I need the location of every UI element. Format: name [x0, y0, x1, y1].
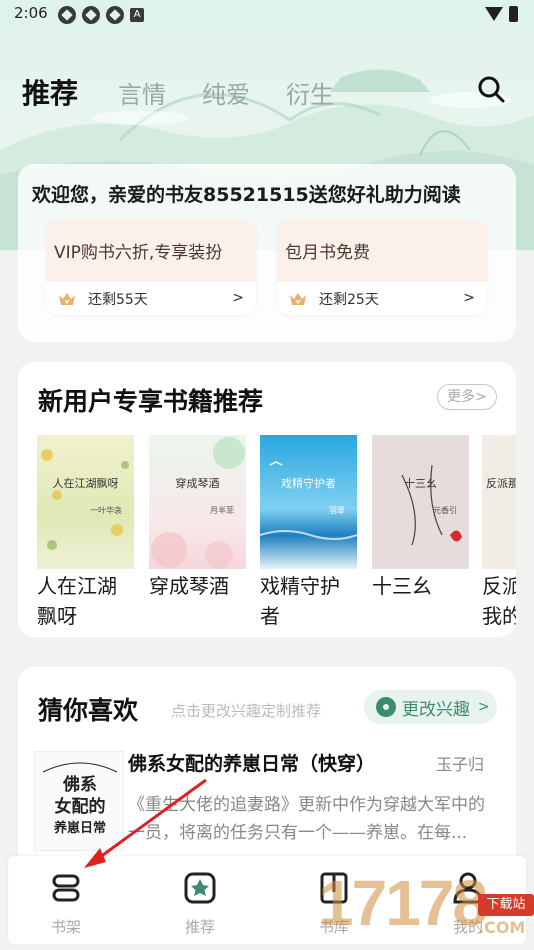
perk-title: VIP购书六折,专享装扮	[46, 220, 256, 282]
book-title: 十三幺	[372, 574, 432, 598]
welcome-gift-card: 欢迎您，亲爱的书友85521515送您好礼助力阅读 VIP购书六折,专享装扮 还…	[18, 164, 516, 342]
calligraphy-cover-art: 佛系 女配的 养崽日常	[42, 762, 118, 836]
app-notification-icon	[82, 6, 100, 24]
tag-icon	[376, 697, 396, 717]
book-card[interactable]: 反派那 反派我的	[482, 435, 516, 631]
system-icons	[485, 6, 518, 22]
bookshelf-icon	[52, 874, 80, 902]
new-user-books-section: 新用户专享书籍推荐 更多> 人在江湖飘呀 一叶华衾 人在江湖飘呀 穿成琴酒 月半…	[18, 362, 516, 637]
watercolor-decoration	[151, 437, 245, 569]
a-badge-icon: A	[130, 8, 144, 22]
tab-derivative[interactable]: 衍生	[286, 75, 334, 110]
interest-hint: 点击更改兴趣定制推荐	[171, 702, 322, 720]
nav-recommend[interactable]: 推荐	[160, 870, 240, 937]
cover-author: 月半菲	[210, 506, 234, 515]
status-time: 2:06	[14, 4, 48, 22]
book-cover: 十三幺 元香引	[372, 435, 469, 569]
tab-romance[interactable]: 言情	[118, 75, 166, 110]
crown-icon	[290, 292, 306, 305]
book-cover: 人在江湖飘呀 一叶华衾	[37, 435, 134, 569]
perk-title: 包月书免费	[277, 220, 487, 282]
change-interest-button[interactable]: 更改兴趣 >	[364, 690, 497, 724]
battery-icon	[509, 6, 518, 22]
svg-text:佛系: 佛系	[62, 774, 97, 795]
recommend-star-icon	[184, 872, 216, 904]
cover-author: 羽翠	[329, 506, 345, 515]
perk-card-monthly-free[interactable]: 包月书免费 还剩25天 >	[277, 220, 487, 315]
crown-icon	[59, 292, 75, 305]
tab-pure-love[interactable]: 纯爱	[202, 75, 250, 110]
search-icon[interactable]	[476, 74, 506, 104]
welcome-message: 欢迎您，亲爱的书友85521515送您好礼助力阅读	[32, 184, 461, 206]
chevron-right-icon: >	[478, 699, 490, 715]
guess-you-like-section: 猜你喜欢 点击更改兴趣定制推荐 更改兴趣 > 佛系 女配的 养崽日常 佛系女配的…	[18, 667, 516, 857]
book-title: 人在江湖飘呀	[37, 574, 117, 628]
cover-title: 反派那	[486, 477, 516, 490]
cover-author: 元香引	[433, 506, 457, 515]
perk-card-vip-discount[interactable]: VIP购书六折,专享装扮 还剩55天 >	[46, 220, 256, 315]
recommended-book-title[interactable]: 佛系女配的养崽日常（快穿）	[128, 749, 375, 776]
change-interest-label: 更改兴趣	[402, 699, 470, 720]
category-tabs: 推荐 言情 纯爱 衍生	[22, 72, 370, 112]
book-title: 反派我的	[482, 574, 516, 628]
status-bar: 2:06 A	[0, 0, 534, 28]
section-title: 猜你喜欢	[38, 696, 139, 725]
book-title: 戏精守护者	[260, 574, 340, 628]
book-cover: 穿成琴酒 月半菲	[149, 435, 246, 569]
wifi-icon	[485, 7, 503, 21]
app-notification-icon	[106, 6, 124, 24]
perk-remaining-days: 还剩25天	[319, 291, 379, 308]
hands-sketch-decoration	[401, 464, 462, 546]
tab-recommend[interactable]: 推荐	[22, 72, 78, 112]
recommended-book-cover[interactable]: 佛系 女配的 养崽日常	[34, 751, 124, 851]
watermark-suffix: .COM	[478, 918, 526, 937]
book-card[interactable]: 十三幺 元香引 十三幺	[372, 435, 469, 601]
book-card[interactable]: 戏精守护者 羽翠 戏精守护者	[260, 435, 357, 631]
perk-remaining-row: 还剩55天	[46, 282, 256, 315]
section-title: 新用户专享书籍推荐	[38, 387, 264, 416]
recommended-book-author: 玉子归	[436, 755, 485, 774]
nav-bookshelf[interactable]: 书架	[26, 870, 106, 937]
book-cover: 反派那	[482, 435, 516, 569]
book-card[interactable]: 人在江湖飘呀 一叶华衾 人在江湖飘呀	[37, 435, 134, 631]
nav-label: 推荐	[184, 918, 215, 936]
chevron-right-icon: >	[463, 290, 475, 306]
perk-remaining-row: 还剩25天	[277, 282, 487, 315]
more-button[interactable]: 更多>	[437, 384, 497, 410]
notification-icons: A	[58, 6, 144, 24]
nav-label: 书架	[50, 918, 81, 936]
perk-remaining-days: 还剩55天	[88, 291, 148, 308]
cover-title: 戏精守护者	[281, 477, 336, 490]
cover-title: 人在江湖飘呀	[52, 477, 119, 490]
recommended-book-description: 《重生大佬的追妻路》更新中作为穿越大军中的一员，将离的任务只有一个——养崽。在每…	[128, 795, 485, 843]
chevron-right-icon: >	[232, 290, 244, 306]
svg-text:女配的: 女配的	[55, 796, 106, 817]
cover-title: 十三幺	[404, 477, 437, 490]
sea-decoration	[260, 461, 357, 540]
watermark-badge: 下载站	[478, 894, 534, 916]
book-cover: 戏精守护者 羽翠	[260, 435, 357, 569]
flower-decoration	[41, 449, 129, 550]
cover-author: 一叶华衾	[90, 506, 122, 515]
site-watermark: 17178 下载站 .COM	[310, 860, 534, 950]
watermark-text: 17178	[318, 867, 488, 939]
app-notification-icon	[58, 6, 76, 24]
book-card[interactable]: 穿成琴酒 月半菲 穿成琴酒	[149, 435, 246, 601]
cover-title: 穿成琴酒	[175, 477, 220, 490]
svg-text:养崽日常: 养崽日常	[53, 820, 106, 836]
book-title: 穿成琴酒	[149, 574, 229, 598]
